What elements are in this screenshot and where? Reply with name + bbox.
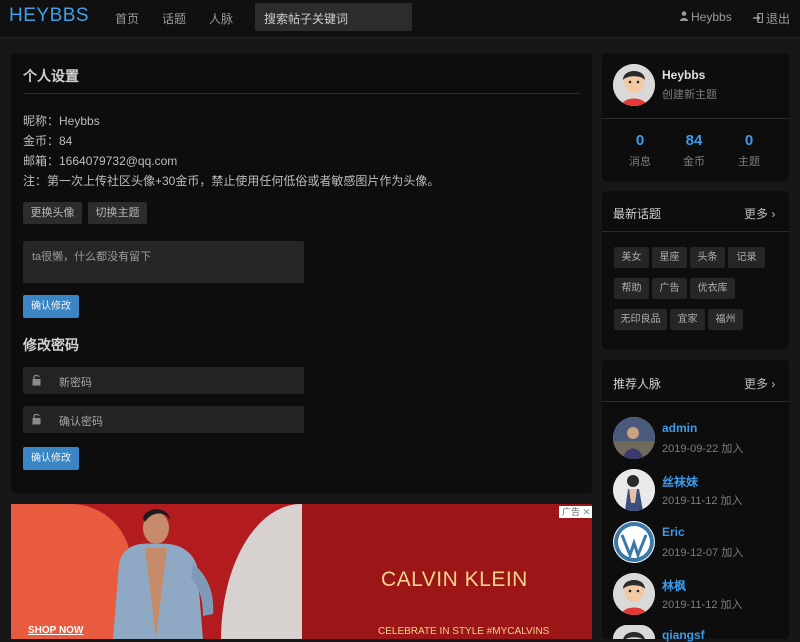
nav-user-name: Heybbs [691, 10, 732, 24]
person-avatar[interactable] [613, 521, 655, 563]
people-more-link[interactable]: 更多 › [744, 375, 775, 392]
topic-tag[interactable]: 星座 [652, 247, 687, 268]
topic-tag[interactable]: 无印良品 [614, 309, 667, 330]
nickname-text: 昵称：Heybbs [23, 114, 100, 128]
stat-coins-value[interactable]: 84 [669, 132, 719, 149]
topic-tag[interactable]: 优衣库 [690, 278, 735, 299]
stat-messages-label: 消息 [629, 156, 651, 168]
confirm-profile-button[interactable]: 确认修改 [23, 295, 79, 318]
switch-theme-button[interactable]: 切换主题 [88, 202, 147, 224]
logout-link[interactable]: 退出 [753, 10, 790, 27]
person-name[interactable]: 林枫 [662, 577, 686, 594]
stat-messages-value[interactable]: 0 [615, 132, 665, 149]
new-password-input[interactable]: 新密码 [23, 367, 304, 394]
lock-icon [32, 374, 41, 386]
confirm-password-input[interactable]: 确认密码 [23, 406, 304, 433]
person-join-date: 2019-09-22 加入 [662, 443, 744, 455]
stat-topics-label: 主题 [738, 156, 760, 168]
lock-icon [32, 413, 41, 425]
people-divider [602, 401, 789, 402]
coins-text: 金币：84 [23, 134, 73, 148]
person-name[interactable]: admin [662, 421, 697, 435]
topic-tag[interactable]: 广告 [652, 278, 687, 299]
ad-label: 广告 [559, 506, 584, 518]
person-join-date: 2019-12-07 加入 [662, 547, 744, 559]
person-name[interactable]: qiangsf [662, 628, 705, 642]
wordpress-icon [614, 522, 654, 562]
profile-name[interactable]: Heybbs [662, 68, 705, 82]
topics-more-label: 更多 [744, 207, 769, 221]
person-avatar[interactable] [613, 417, 655, 459]
logout-icon [753, 12, 764, 26]
person-avatar[interactable] [613, 625, 655, 639]
default-avatar-icon [613, 573, 655, 615]
default-avatar-icon [613, 625, 655, 639]
settings-divider [23, 93, 580, 94]
profile-avatar[interactable] [613, 64, 655, 106]
chevron-right-icon: › [771, 207, 776, 221]
topics-divider [602, 231, 789, 232]
topic-tag[interactable]: 美女 [614, 247, 649, 268]
latest-topics-title: 最新话题 [613, 207, 662, 221]
ad-brand-text: CALVIN KLEIN [381, 568, 528, 591]
user-icon [680, 11, 688, 24]
ad-shop-now-link[interactable]: SHOP NOW [28, 625, 83, 636]
nav-people[interactable]: 人脉 [209, 10, 233, 27]
profile-divider [602, 118, 789, 119]
top-navbar: HEYBBS 首页 话题 人脉 搜索帖子关键词 Heybbs 退出 [0, 0, 800, 38]
logout-label: 退出 [766, 12, 791, 26]
create-topic-link[interactable]: 创建新主题 [662, 86, 717, 102]
avatar-note: 注：第一次上传社区头像+30金币，禁止使用任何低俗或者敏感图片作为头像。 [23, 174, 440, 188]
ad-model-image [113, 509, 214, 639]
person-join-date: 2019-11-12 加入 [662, 599, 743, 611]
chevron-right-icon: › [771, 377, 776, 391]
stat-topics-value[interactable]: 0 [724, 132, 774, 149]
settings-title: 个人设置 [23, 68, 79, 84]
person-name[interactable]: 丝袜妹 [662, 473, 698, 490]
person-avatar[interactable] [613, 573, 655, 615]
person-avatar[interactable] [613, 469, 655, 511]
brand-logo[interactable]: HEYBBS [9, 5, 89, 27]
ad-banner[interactable]: SHOP NOW CALVIN KLEIN CELEBRATE IN STYLE… [11, 504, 592, 639]
bio-textarea[interactable]: ta很懒，什么都没有留下 [23, 241, 304, 283]
stat-coins-label: 金币 [683, 156, 705, 168]
ad-close-icon[interactable]: ✕ [581, 506, 592, 518]
nav-home[interactable]: 首页 [115, 10, 139, 27]
new-password-placeholder: 新密码 [59, 377, 92, 389]
person-join-date: 2019-11-12 加入 [662, 495, 743, 507]
person-name[interactable]: Eric [662, 525, 685, 539]
people-more-label: 更多 [744, 377, 769, 391]
topic-tag[interactable]: 宜家 [670, 309, 705, 330]
topic-tag[interactable]: 福州 [708, 309, 743, 330]
topic-tag[interactable]: 帮助 [614, 278, 649, 299]
recommended-people-title: 推荐人脉 [613, 377, 662, 391]
confirm-password-placeholder: 确认密码 [59, 416, 103, 428]
photo-avatar-icon [613, 417, 655, 459]
email-text: 邮箱：1664079732@qq.com [23, 154, 178, 168]
change-avatar-button[interactable]: 更换头像 [23, 202, 82, 224]
nav-user-link[interactable]: Heybbs [680, 10, 732, 24]
topics-more-link[interactable]: 更多 › [744, 205, 775, 222]
ad-slogan-text: CELEBRATE IN STYLE #MYCALVINS [378, 626, 550, 637]
default-avatar-icon [613, 64, 655, 106]
password-title: 修改密码 [23, 337, 79, 353]
confirm-password-button[interactable]: 确认修改 [23, 447, 79, 470]
nav-topics[interactable]: 话题 [162, 10, 186, 27]
search-input[interactable]: 搜索帖子关键词 [255, 3, 412, 31]
photo-avatar-icon [613, 469, 655, 511]
topic-tag[interactable]: 头条 [690, 247, 725, 268]
topic-tag[interactable]: 记录 [728, 247, 765, 268]
